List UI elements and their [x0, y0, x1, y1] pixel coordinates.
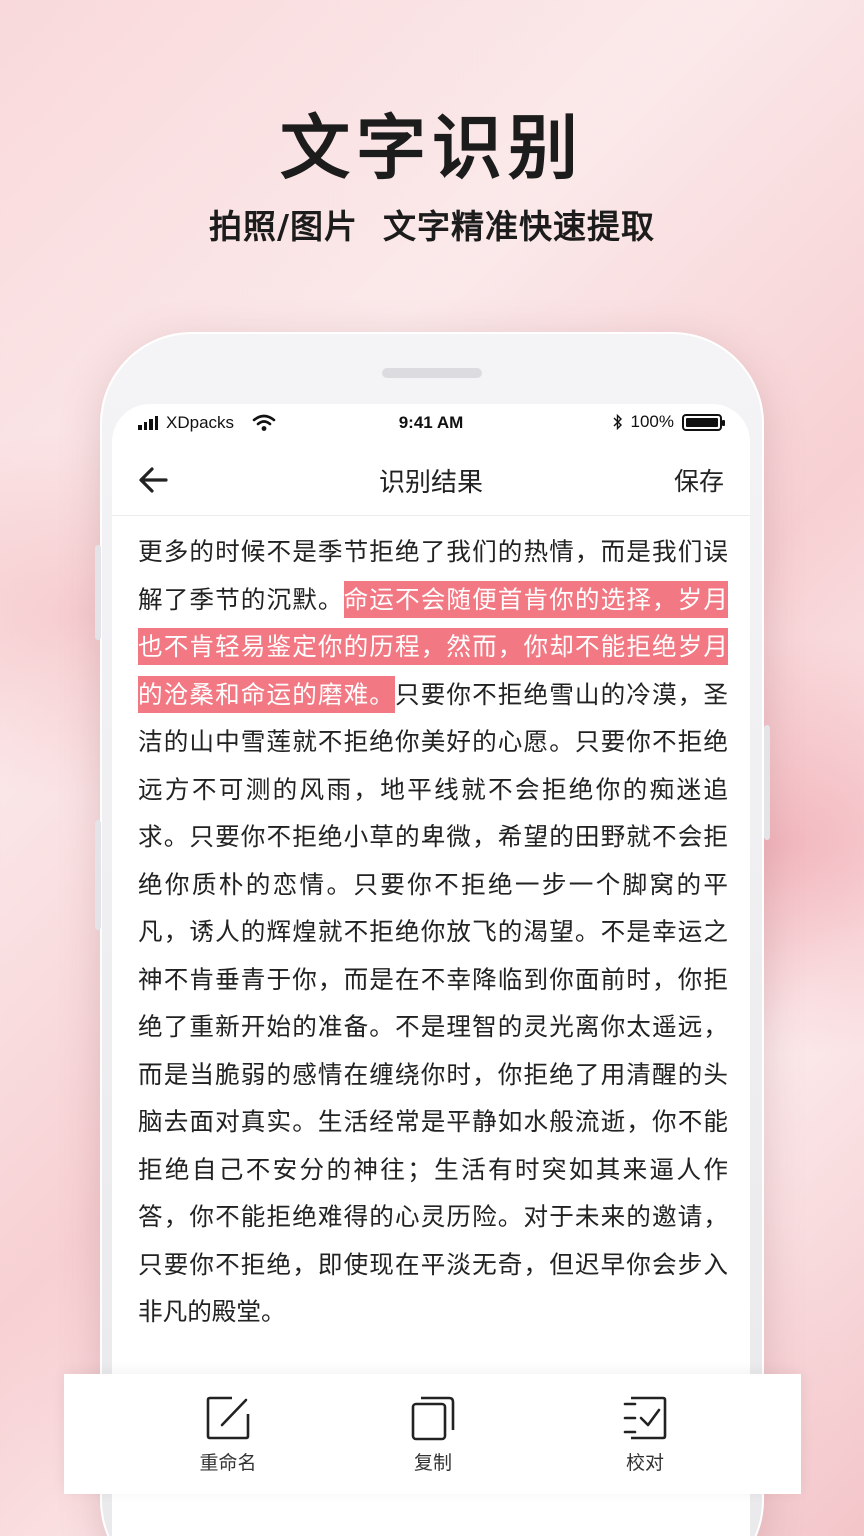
save-button[interactable]: 保存 [674, 462, 724, 498]
phone-side-button [95, 820, 101, 930]
recognized-text[interactable]: 更多的时候不是季节拒绝了我们的热情，而是我们误解了季节的沉默。命运不会随便首肯你… [138, 528, 728, 1336]
phone-side-button [764, 725, 770, 840]
proofread-label: 校对 [625, 1452, 664, 1474]
proofread-icon [623, 1396, 667, 1440]
proofread-button[interactable]: 校对 [585, 1394, 705, 1475]
copy-label: 复制 [413, 1452, 452, 1474]
bluetooth-icon [613, 414, 622, 430]
phone-side-button [95, 545, 101, 640]
rename-label: 重命名 [199, 1452, 257, 1474]
edit-icon [206, 1396, 250, 1440]
copy-button[interactable]: 复制 [373, 1394, 493, 1475]
text-segment: 只要你不拒绝雪山的冷漠，圣洁的山中雪莲就不拒绝你美好的心愿。只要你不拒绝远方不可… [138, 679, 728, 1327]
phone-screen: XDpacks 9:41 AM 100% 识别结果 保存 更多的时候不是季节拒绝… [112, 404, 750, 1536]
page-title: 识别结果 [378, 468, 483, 498]
status-bar: XDpacks 9:41 AM 100% [112, 404, 750, 444]
battery-icon [682, 413, 725, 431]
battery-percent: 100% [630, 412, 674, 431]
nav-bar: 识别结果 保存 [112, 444, 750, 516]
promo-subtitle: 拍照/图片 文字精准快速提取 [208, 207, 656, 246]
rename-button[interactable]: 重命名 [168, 1394, 288, 1475]
phone-speaker [382, 368, 482, 378]
bottom-toolbar: 重命名 复制 校对 [64, 1374, 801, 1494]
copy-icon [411, 1396, 455, 1441]
promo-title: 文字识别 [280, 106, 584, 189]
